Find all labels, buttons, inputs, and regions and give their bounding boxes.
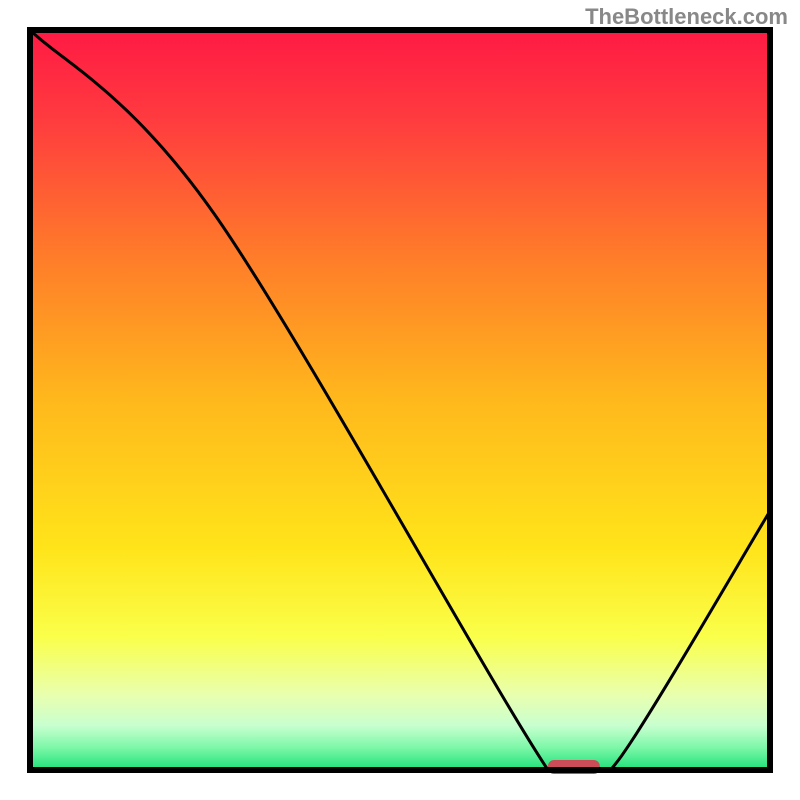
chart-container: TheBottleneck.com (0, 0, 800, 800)
gradient-background (30, 30, 770, 770)
watermark-text: TheBottleneck.com (585, 4, 788, 30)
chart-svg (0, 0, 800, 800)
